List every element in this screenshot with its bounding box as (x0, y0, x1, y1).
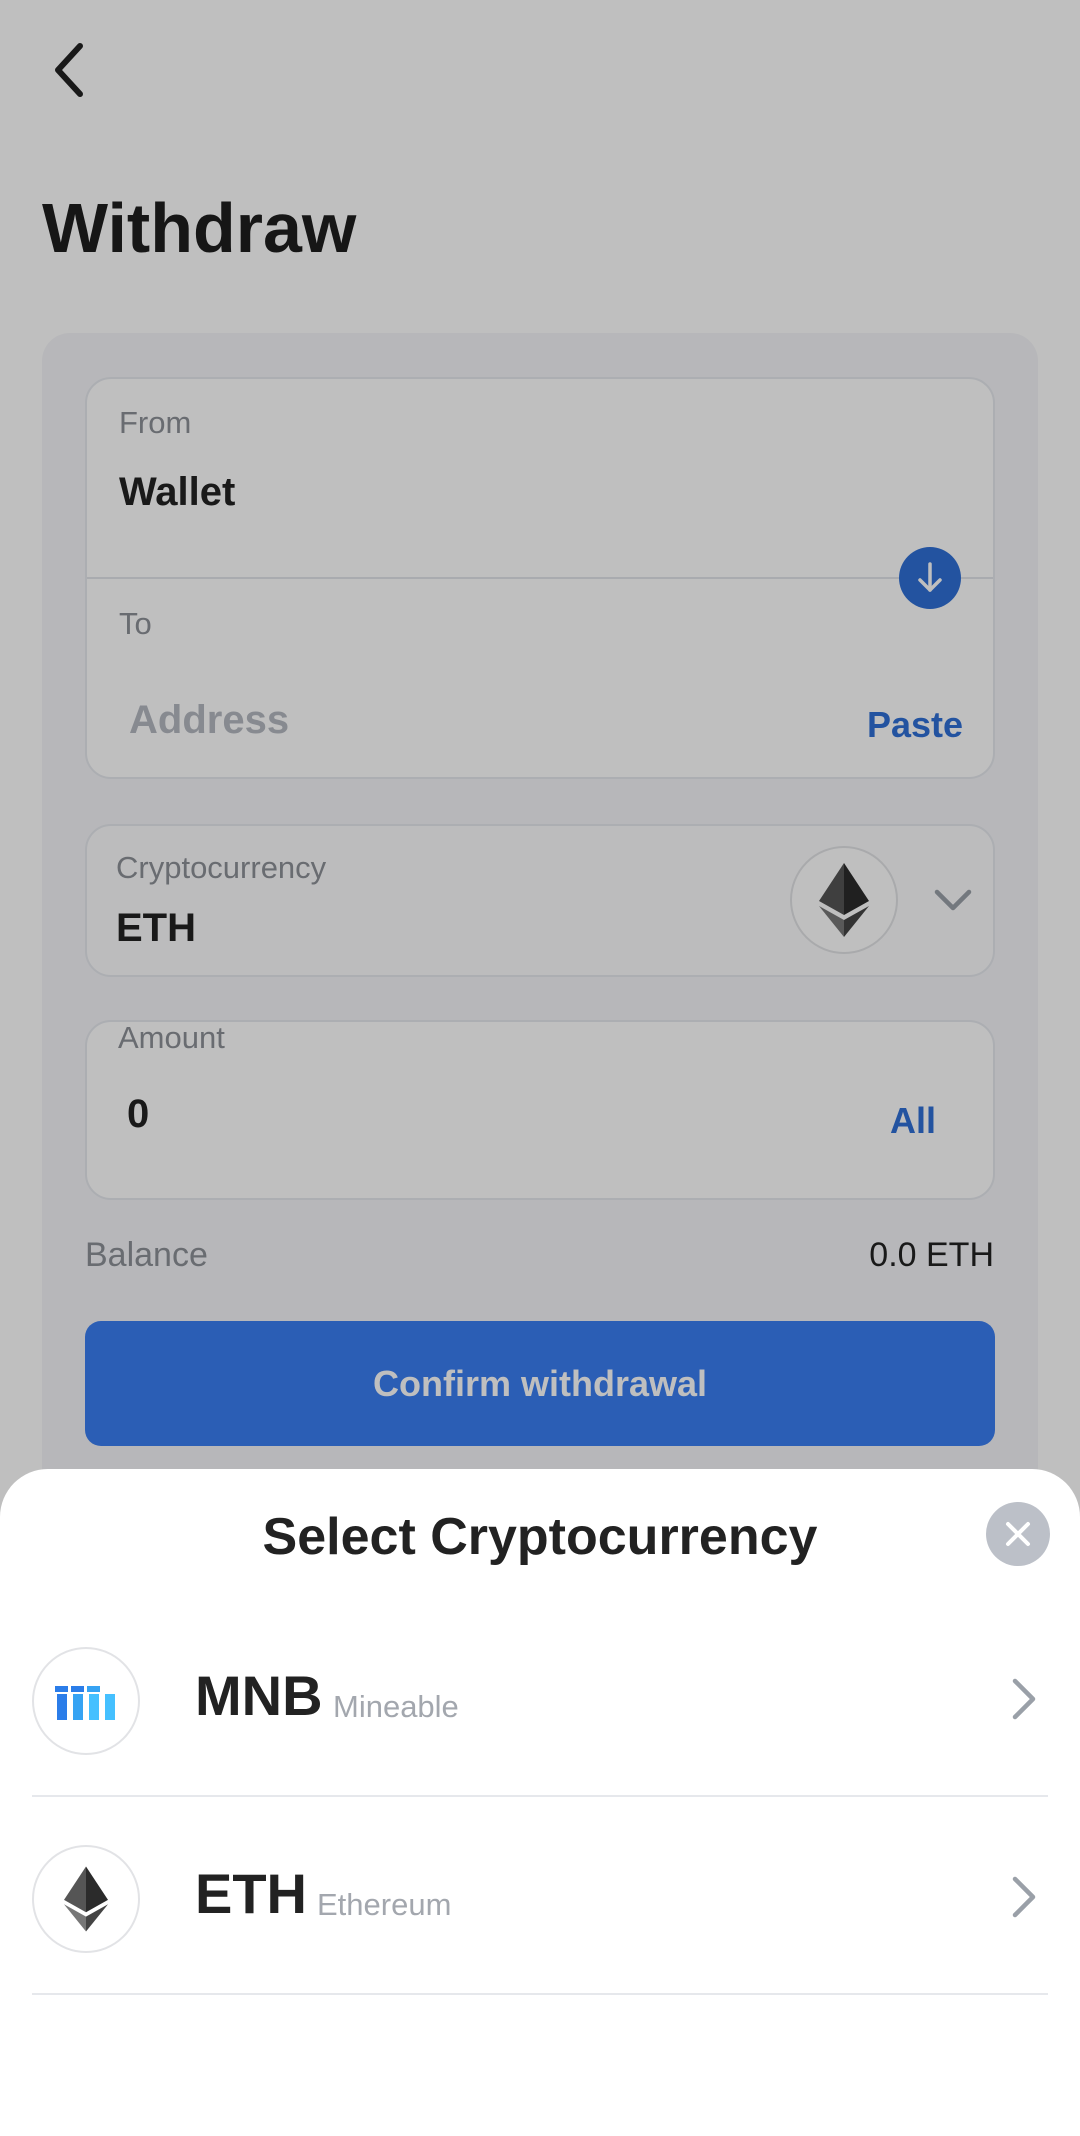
list-item-mnb[interactable]: MNB Mineable (32, 1601, 1048, 1797)
row-divider (32, 1795, 1048, 1797)
coin-name: Mineable (333, 1689, 459, 1724)
chevron-right-icon (1004, 1867, 1044, 1927)
close-button[interactable] (986, 1502, 1050, 1566)
coin-name: Ethereum (317, 1887, 452, 1922)
coin-symbol: MNB (195, 1664, 323, 1727)
row-divider (32, 1993, 1048, 1995)
mineable-logo-icon (32, 1647, 140, 1755)
chevron-right-icon (1004, 1669, 1044, 1729)
sheet-title: Select Cryptocurrency (262, 1508, 818, 1566)
ethereum-icon (32, 1845, 140, 1953)
withdraw-screen: Withdraw From Wallet To Address Paste Cr… (0, 0, 1080, 2136)
list-item-eth[interactable]: ETH Ethereum (32, 1799, 1048, 1995)
close-icon (1006, 1522, 1030, 1546)
select-cryptocurrency-sheet: Select Cryptocurrency MNB Mineable ETH E… (0, 1469, 1080, 2136)
coin-symbol: ETH (195, 1862, 307, 1925)
